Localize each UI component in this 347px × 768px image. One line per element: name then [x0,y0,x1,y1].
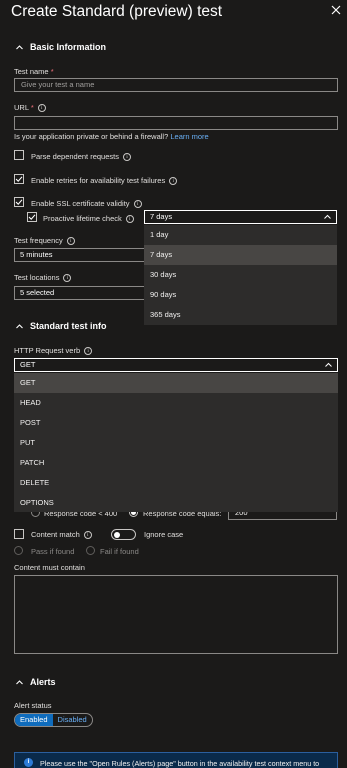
chevron-up-icon [325,362,332,367]
dropdown-option[interactable]: 365 days [144,305,337,325]
info-icon[interactable]: i [37,104,46,113]
dropdown-option[interactable]: 90 days [144,285,337,305]
chevron-up-icon[interactable] [15,43,24,52]
dropdown-option[interactable]: 30 days [144,265,337,285]
verb-label: HTTP Request verb i [14,346,93,356]
info-icon[interactable]: i [63,274,72,283]
proactive-select-value: 7 days [150,212,173,221]
info-icon[interactable]: i [169,177,178,186]
alert-disabled-option[interactable]: Disabled [53,714,92,726]
info-icon[interactable]: i [122,153,131,162]
url-label: URL * i [14,103,46,113]
ssl-label: Enable SSL certificate validity i [31,199,142,209]
retries-label: Enable retries for availability test fai… [31,176,178,186]
parse-checkbox[interactable] [14,150,24,160]
dropdown-option[interactable]: PATCH [14,453,338,473]
banner-text: Please use the "Open Rules (Alerts) page… [40,759,320,768]
private-question: Is your application private or behind a … [14,132,209,141]
chevron-up-icon[interactable] [15,678,24,687]
content-match-checkbox[interactable] [14,529,24,539]
frequency-select[interactable]: 5 minutes [14,248,154,262]
dropdown-option[interactable]: 1 day [144,225,337,245]
alert-status-label: Alert status [14,701,52,710]
content-textarea[interactable] [14,575,338,654]
section-basic-information[interactable]: Basic Information [30,42,106,52]
alert-enabled-option[interactable]: Enabled [15,714,53,726]
verb-dropdown: GET HEAD POST PUT PATCH DELETE OPTIONS [14,373,338,512]
dropdown-option[interactable]: DELETE [14,473,338,493]
checkmark-icon [15,176,23,183]
locations-label: Test locations i [14,273,72,283]
fail-if-found-label: Fail if found [100,547,139,556]
pass-if-found-radio[interactable] [14,546,23,555]
dropdown-option[interactable]: PUT [14,433,338,453]
verb-select-value: GET [20,360,36,369]
info-icon[interactable]: i [125,215,134,224]
test-name-label: Test name * [14,67,54,76]
proactive-select[interactable]: 7 days [144,210,337,224]
content-match-label: Content match i [31,530,92,540]
learn-more-link[interactable]: Learn more [170,132,208,141]
ignore-case-toggle[interactable] [111,529,136,540]
toggle-knob [114,531,120,538]
info-icon[interactable]: i [83,531,92,540]
dropdown-option[interactable]: GET [14,373,338,393]
ssl-checkbox[interactable] [14,197,24,207]
proactive-dropdown: 1 day 7 days 30 days 90 days 365 days [144,225,337,325]
verb-select[interactable]: GET [14,358,338,372]
info-icon: i [24,758,33,767]
alert-status-toggle: Enabled Disabled [14,713,93,727]
checkmark-icon [28,214,36,221]
locations-select[interactable]: 5 selected [14,286,154,300]
checkmark-icon [15,199,23,206]
info-banner: i Please use the "Open Rules (Alerts) pa… [14,752,338,768]
dropdown-option[interactable]: HEAD [14,393,338,413]
section-alerts[interactable]: Alerts [30,677,56,687]
dropdown-option[interactable]: OPTIONS [14,493,338,513]
proactive-label: Proactive lifetime check i [43,214,134,224]
test-name-input[interactable]: Give your test a name [14,78,338,92]
proactive-checkbox[interactable] [27,212,37,222]
url-input[interactable] [14,116,338,130]
content-must-contain-label: Content must contain [14,563,85,572]
parse-label: Parse dependent requests i [31,152,131,162]
frequency-label: Test frequency i [14,236,75,246]
info-icon[interactable]: i [133,200,142,209]
section-standard-test-info[interactable]: Standard test info [30,321,107,331]
retries-checkbox[interactable] [14,174,24,184]
pass-if-found-label: Pass if found [31,547,75,556]
info-icon[interactable]: i [84,347,93,356]
chevron-up-icon [324,214,331,219]
fail-if-found-radio[interactable] [86,546,95,555]
page-title: Create Standard (preview) test [11,3,223,20]
dropdown-option[interactable]: 7 days [144,245,337,265]
chevron-up-icon[interactable] [15,322,24,331]
close-icon[interactable] [330,4,342,16]
ignore-case-label: Ignore case [144,530,184,539]
info-icon[interactable]: i [66,237,75,246]
dropdown-option[interactable]: POST [14,413,338,433]
